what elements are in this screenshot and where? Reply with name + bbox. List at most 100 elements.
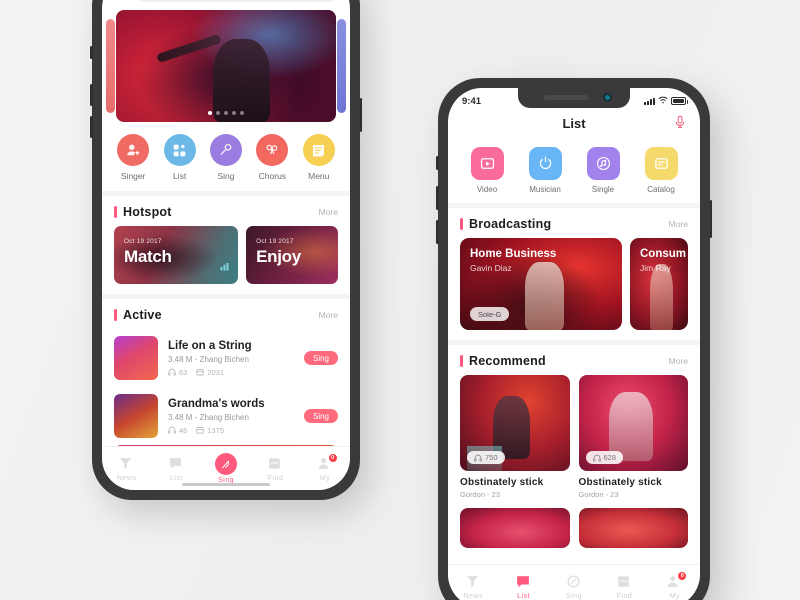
right-tabbar: News List Sing Find 0 My (448, 564, 700, 600)
feather-icon (214, 453, 237, 475)
calendar-icon (196, 426, 205, 434)
quick-actions-row: Singer List Sing Chorus Menu (102, 122, 350, 191)
quick-action-menu[interactable]: Menu (302, 134, 335, 181)
category-musician[interactable]: Musician (528, 147, 562, 194)
carousel-dot-3[interactable] (224, 111, 228, 115)
catalog-icon (644, 147, 678, 180)
recommend-thumbnail: 750 (460, 375, 570, 471)
recommend-thumbnail[interactable] (578, 508, 688, 548)
volume-up-button[interactable] (436, 186, 439, 210)
song-artwork (114, 394, 158, 438)
category-label: Video (476, 185, 498, 194)
listens-count: 2031 (207, 367, 225, 377)
find-card-icon (616, 574, 633, 591)
signal-bars-icon (644, 97, 655, 105)
menu-lines-icon (302, 134, 335, 166)
list-tag-icon (168, 456, 185, 473)
sing-button[interactable]: Sing (303, 409, 338, 423)
power-button[interactable] (709, 200, 712, 238)
listens-stat: 1375 (196, 426, 224, 435)
tab-news[interactable]: News (448, 574, 498, 600)
recommend-item[interactable]: 628 Obstinately stick Gordon - 23 (578, 375, 688, 499)
quick-action-singer[interactable]: Singer (117, 134, 150, 181)
volume-up-button[interactable] (90, 84, 93, 106)
count-value: 628 (603, 453, 617, 462)
broadcast-card[interactable]: Home Business Gavin Diaz Sole-G (460, 238, 622, 330)
recommend-more-link[interactable]: More (669, 356, 688, 366)
headphone-icon (592, 454, 601, 462)
carousel-next-peek[interactable] (337, 19, 346, 113)
carousel-slide-active[interactable] (116, 10, 336, 122)
battery-icon (671, 97, 688, 105)
song-stats: 46 1375 (168, 426, 294, 435)
carousel-prev-peek[interactable] (106, 19, 115, 113)
tab-my[interactable]: 0 My (650, 571, 700, 600)
tab-find[interactable]: Find (599, 574, 649, 600)
carousel-dots[interactable] (208, 111, 244, 115)
singer-star-icon (117, 134, 150, 166)
mute-switch[interactable] (436, 156, 439, 170)
broadcast-card[interactable]: Consum Jim Ray (630, 238, 688, 330)
song-subtitle: 3.48 M - Zhang Bichen (168, 354, 249, 364)
news-funnel-icon (118, 456, 135, 473)
status-time: 9:41 (462, 95, 482, 107)
recommend-play-count: 750 (467, 451, 505, 464)
section-accent-bar (460, 218, 463, 230)
category-label: Single (591, 185, 615, 194)
tab-my[interactable]: 0 My (300, 453, 350, 482)
category-label: Catalog (647, 185, 675, 194)
quick-action-label: Chorus (258, 171, 287, 181)
recommend-thumbnail: 628 (578, 375, 688, 471)
carousel-dot-2[interactable] (216, 111, 220, 115)
volume-down-button[interactable] (90, 116, 93, 138)
tab-label: Find (267, 474, 284, 482)
tab-news[interactable]: News (102, 456, 152, 482)
tab-sing[interactable]: Sing (201, 453, 251, 484)
broadcasting-more-link[interactable]: More (669, 219, 688, 229)
carousel-dot-4[interactable] (232, 111, 236, 115)
microphone-icon[interactable] (114, 0, 127, 2)
song-list-item[interactable]: Grandma's words 3.48 M - Zhang Bichen 46 (102, 387, 350, 445)
microphone-icon[interactable] (674, 115, 686, 132)
mute-switch[interactable] (90, 46, 93, 59)
active-more-link[interactable]: More (319, 310, 338, 320)
tab-label: List (517, 592, 531, 600)
search-input[interactable]: Song name / singer name (135, 0, 338, 2)
tab-label: News (117, 474, 137, 482)
carousel-dot-1[interactable] (208, 111, 212, 115)
volume-down-button[interactable] (436, 220, 439, 244)
plays-count: 46 (179, 425, 188, 435)
category-catalog[interactable]: Catalog (644, 147, 678, 194)
hero-carousel[interactable] (104, 10, 348, 122)
recommend-subtitle: Gordon - 23 (578, 490, 619, 499)
tab-list[interactable]: List (152, 456, 202, 482)
earpiece-speaker (544, 95, 588, 100)
tab-sing[interactable]: Sing (549, 574, 599, 600)
quick-action-list[interactable]: List (163, 134, 196, 181)
sing-button[interactable]: Sing (303, 351, 338, 365)
section-accent-bar (460, 355, 463, 367)
power-button[interactable] (359, 98, 362, 132)
tab-find[interactable]: Find (251, 456, 301, 482)
active-title-group: Active (114, 308, 162, 322)
active-header: Active More (102, 299, 350, 329)
recommend-thumbnail[interactable] (460, 508, 570, 548)
dual-mic-icon (256, 134, 289, 166)
tab-label: My (669, 592, 680, 600)
tab-list[interactable]: List (498, 574, 548, 600)
broadcasting-header: Broadcasting More (448, 208, 700, 238)
hotspot-card[interactable]: Oct 19 2017 Enjoy (246, 226, 338, 284)
category-single[interactable]: Single (586, 147, 620, 194)
quick-action-chorus[interactable]: Chorus (256, 134, 289, 181)
nav-bar: List (448, 110, 700, 139)
quick-action-sing[interactable]: Sing (209, 134, 242, 181)
news-funnel-icon (465, 574, 482, 591)
song-list-item[interactable]: Life on a String 3.48 M - Zhang Bichen 6… (102, 329, 350, 387)
category-video[interactable]: Video (470, 147, 504, 194)
recommend-item[interactable]: 750 Obstinately stick Gordon - 23 (460, 375, 570, 499)
mockup-stage: Song name / singer name (0, 0, 800, 600)
hotspot-card[interactable]: Oct 19 2017 Match (114, 226, 239, 284)
count-value: 750 (485, 453, 498, 462)
carousel-dot-5[interactable] (240, 111, 244, 115)
hotspot-more-link[interactable]: More (319, 207, 338, 217)
